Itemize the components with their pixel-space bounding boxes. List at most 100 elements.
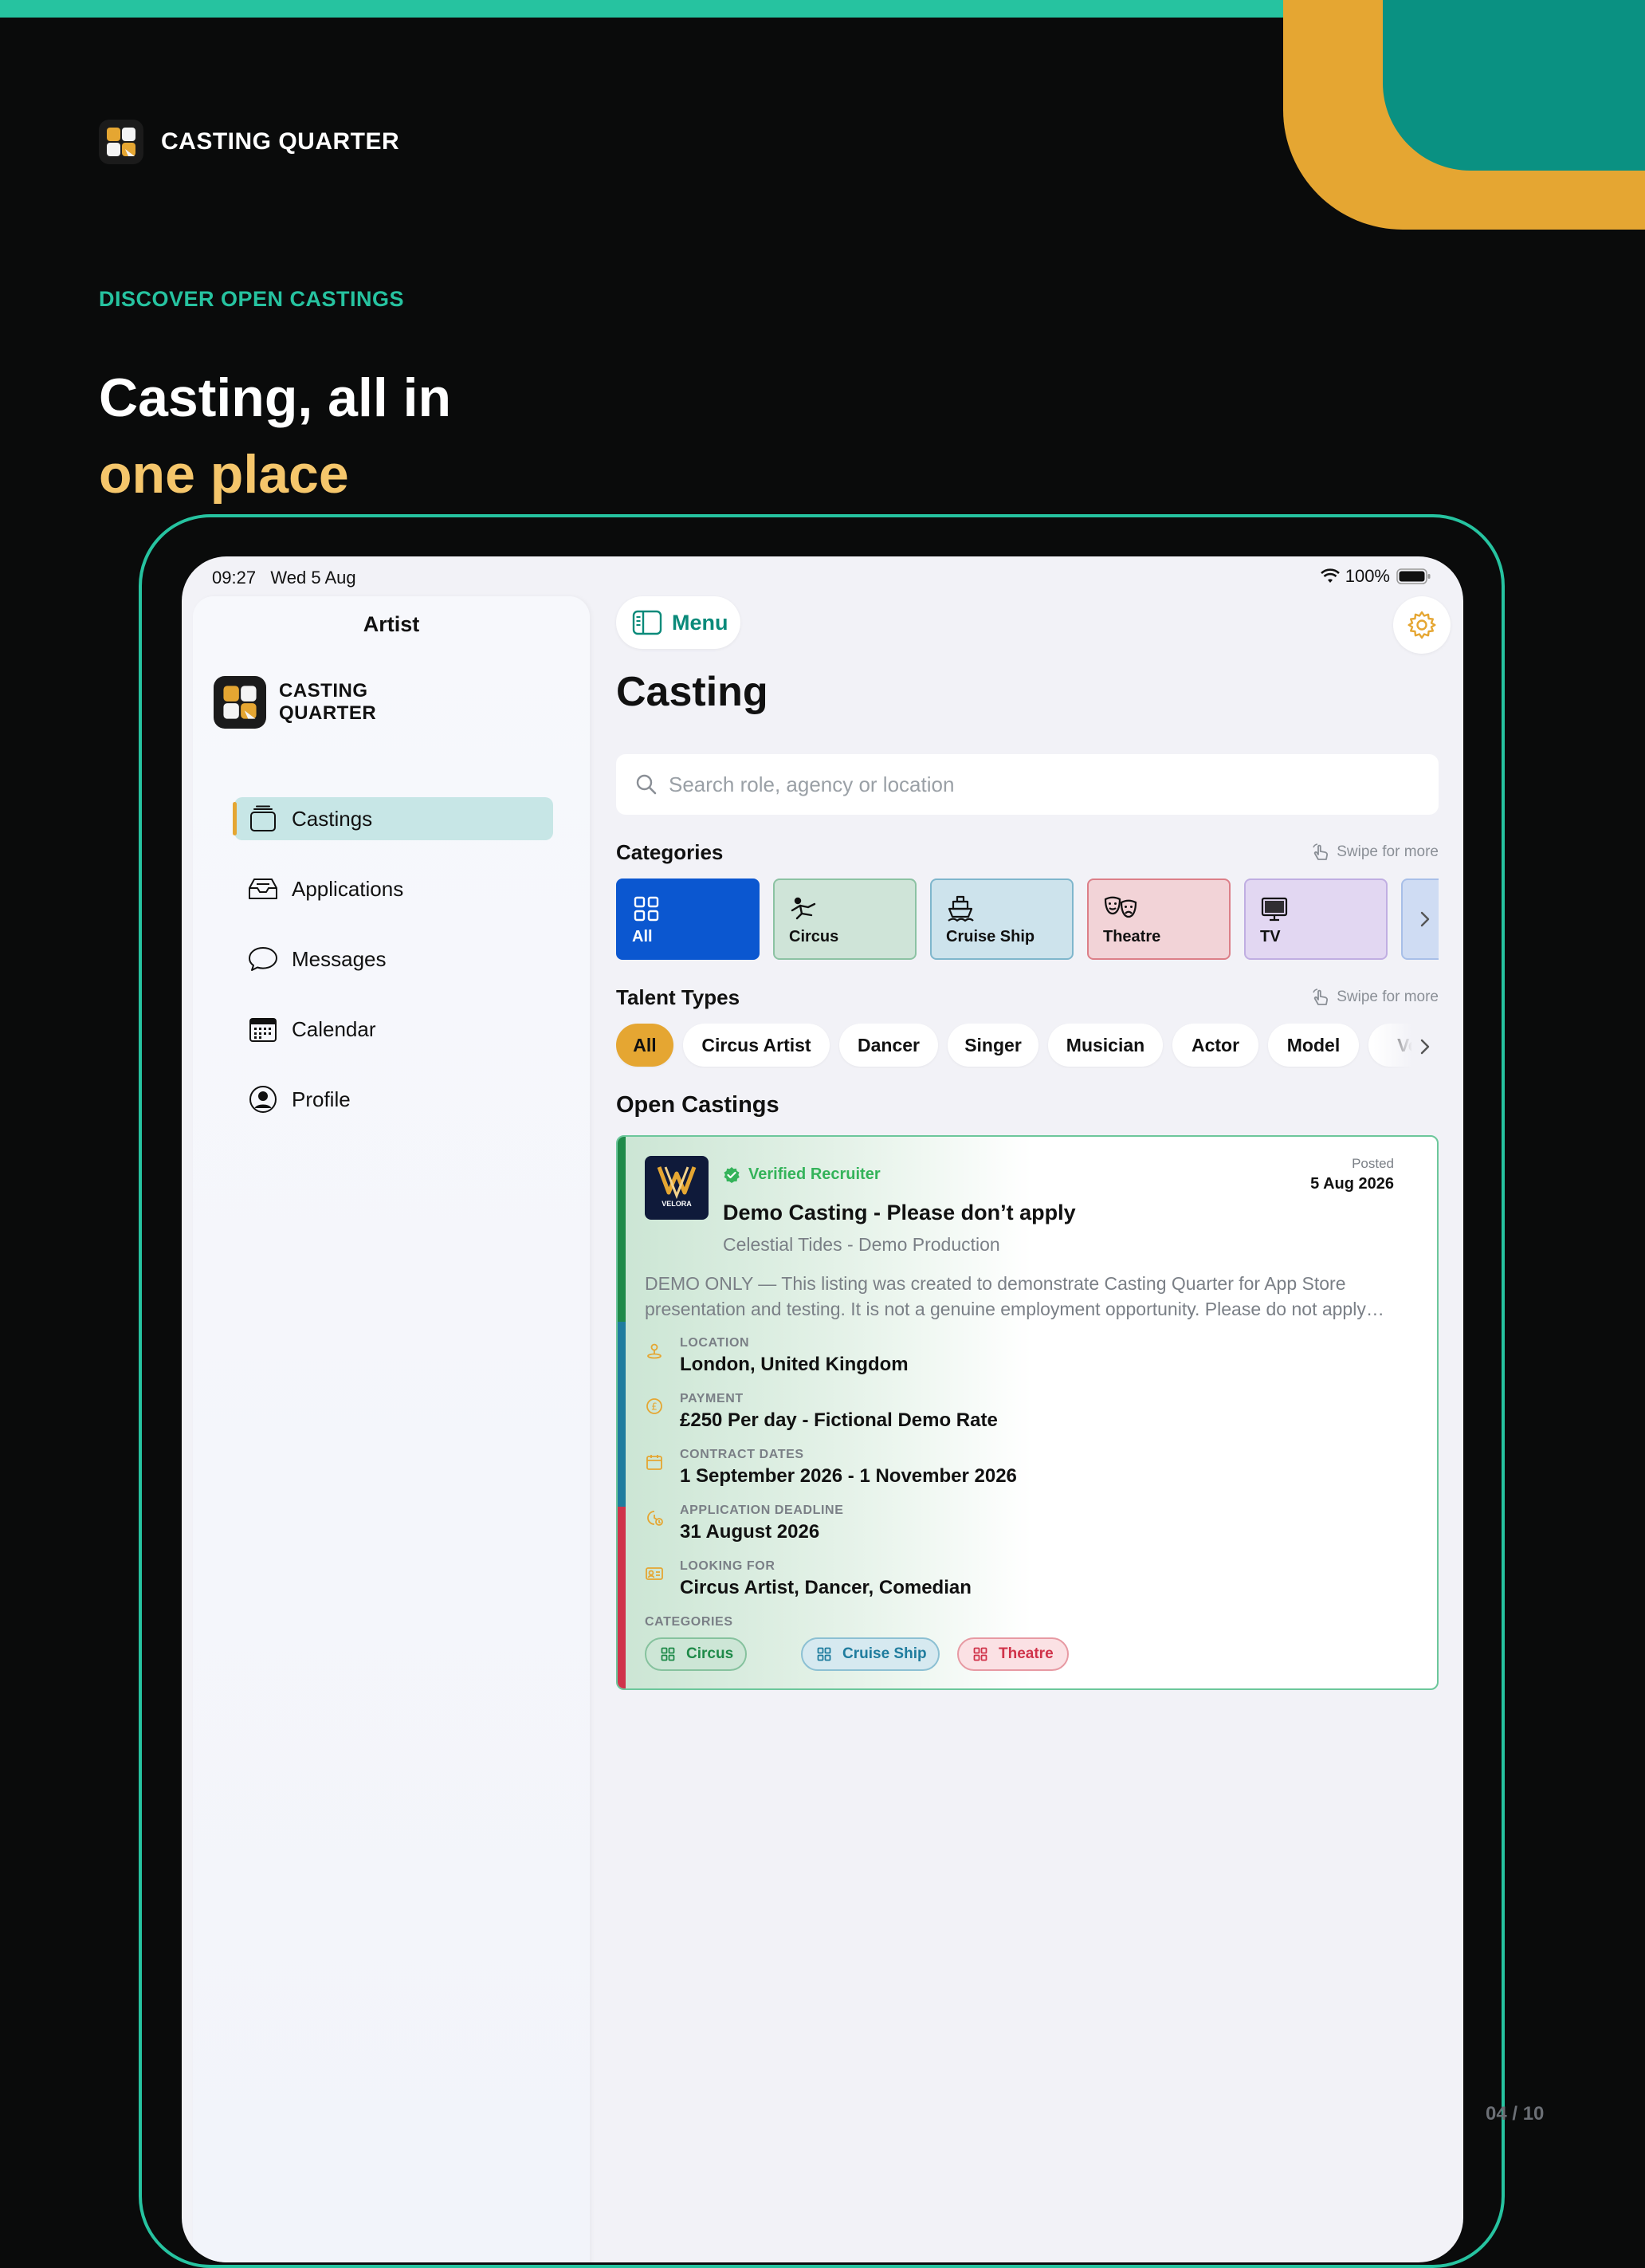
ship-icon (948, 895, 974, 922)
sidebar-item-castings[interactable]: Castings (233, 797, 553, 840)
app-logo-icon (214, 676, 266, 729)
open-castings-heading: Open Castings (616, 1092, 779, 1118)
sidebar-item-messages[interactable]: Messages (234, 937, 553, 981)
detail-label: CONTRACT DATES (680, 1448, 804, 1461)
category-tag-circus[interactable]: Circus (645, 1637, 747, 1671)
recruiter-logo-text: VELORA (662, 1200, 692, 1208)
detail-value: 31 August 2026 (680, 1521, 820, 1543)
detail-label: LOCATION (680, 1336, 750, 1350)
category-card-theatre[interactable]: Theatre (1087, 879, 1231, 960)
verified-label: Verified Recruiter (748, 1165, 881, 1183)
category-label: Theatre (1103, 928, 1161, 945)
card-categories-label: CATEGORIES (645, 1615, 733, 1629)
category-tag-theatre[interactable]: Theatre (957, 1637, 1069, 1671)
tv-icon (1261, 897, 1288, 922)
brand-header: CASTING QUARTER (99, 120, 399, 164)
detail-value: £250 Per day - Fictional Demo Rate (680, 1409, 998, 1431)
swipe-hint-text: Swipe for more (1337, 989, 1439, 1005)
hero-headline-line2: one place (99, 444, 349, 505)
talent-chip-singer[interactable]: Singer (948, 1024, 1038, 1067)
casting-description: DEMO ONLY — This listing was created to … (645, 1273, 1384, 1319)
logo-line1: CASTING (279, 680, 368, 702)
sidebar-toggle-icon (632, 610, 662, 635)
talent-swipe-hint: Swipe for more (1311, 989, 1439, 1006)
chat-bubble-icon (247, 943, 279, 975)
hero-headline-line1: Casting, all in (99, 368, 452, 428)
pound-coin-icon: £ (646, 1398, 662, 1414)
logo-line2: QUARTER (279, 702, 377, 724)
tag-label: Circus (686, 1645, 734, 1662)
casting-card[interactable]: VELORA Verified Recruiter Demo Casting -… (616, 1135, 1439, 1690)
category-card-cruise-ship[interactable]: Cruise Ship (930, 879, 1074, 960)
category-card-all[interactable]: All (616, 879, 760, 960)
talent-chip-dancer[interactable]: Dancer (839, 1024, 938, 1067)
grid-icon (661, 1647, 675, 1661)
location-pin-icon (647, 1343, 662, 1359)
card-stripe-circus (618, 1137, 626, 1322)
tray-icon (247, 873, 279, 905)
status-time: 09:27 Wed 5 Aug (212, 568, 356, 588)
category-tag-cruise-ship[interactable]: Cruise Ship (801, 1637, 940, 1671)
sidebar-item-calendar[interactable]: Calendar (234, 1008, 553, 1051)
categories-heading: Categories (616, 840, 724, 864)
theatre-masks-icon (1104, 896, 1137, 918)
posted-label: Posted (1352, 1156, 1394, 1171)
menu-button[interactable]: Menu (616, 596, 740, 649)
talent-chip-actor[interactable]: Actor (1172, 1024, 1258, 1067)
search-bar[interactable]: Search role, agency or location (616, 754, 1439, 815)
category-label: All (632, 928, 653, 945)
grid-icon (634, 896, 659, 922)
category-card-circus[interactable]: Circus (773, 879, 917, 960)
status-bar: 09:27 Wed 5 Aug 100% (182, 556, 1463, 596)
settings-button[interactable] (1393, 596, 1451, 654)
sidebar-logo-text: CASTING QUARTER (279, 680, 376, 725)
wifi-icon (1320, 568, 1340, 583)
castings-icon (247, 803, 279, 835)
status-right: 100% (1320, 566, 1431, 587)
tablet-screen: 09:27 Wed 5 Aug 100% Artist CASTING QUAR… (182, 556, 1463, 2262)
category-label: Cruise Ship (946, 928, 1035, 945)
tag-label: Theatre (999, 1645, 1054, 1662)
talent-next-chevron-icon[interactable] (1413, 1035, 1437, 1059)
page-title: Casting (616, 669, 768, 715)
gear-icon (1407, 611, 1436, 639)
hero-kicker: DISCOVER OPEN CASTINGS (99, 287, 405, 311)
detail-label: APPLICATION DEADLINE (680, 1503, 844, 1517)
detail-value: 1 September 2026 - 1 November 2026 (680, 1465, 1017, 1487)
category-label: TV (1260, 928, 1281, 945)
brand-name: CASTING QUARTER (161, 128, 400, 155)
sidebar-item-applications[interactable]: Applications (234, 867, 553, 910)
status-date-value: Wed 5 Aug (270, 568, 356, 588)
category-label: Circus (789, 928, 839, 945)
brand-logo-icon (99, 120, 143, 164)
swipe-hand-icon (1313, 989, 1329, 1005)
talent-chip-model[interactable]: Model (1268, 1024, 1359, 1067)
verified-badge: Verified Recruiter (723, 1165, 881, 1184)
categories-next-chevron-icon[interactable] (1413, 907, 1437, 931)
sidebar-item-label: Applications (292, 876, 404, 901)
grid-icon (973, 1647, 987, 1661)
category-card-tv[interactable]: TV (1244, 879, 1388, 960)
detail-label: PAYMENT (680, 1392, 744, 1405)
battery-percent: 100% (1345, 566, 1390, 586)
sidebar-item-profile[interactable]: Profile (234, 1078, 553, 1121)
search-input[interactable]: Search role, agency or location (669, 772, 954, 797)
clock-calendar-icon (647, 1511, 663, 1526)
posted-date: 5 Aug 2026 (1310, 1175, 1394, 1193)
acrobat-icon (791, 897, 816, 920)
page-counter: 04 / 10 (1486, 2103, 1545, 2125)
swipe-hand-icon (1313, 843, 1329, 860)
top-accent-bar (0, 0, 1283, 18)
talent-chip-all[interactable]: All (616, 1024, 673, 1067)
talent-chip-circus-artist[interactable]: Circus Artist (683, 1024, 830, 1067)
calendar-icon (247, 1013, 279, 1045)
talent-chip-musician[interactable]: Musician (1048, 1024, 1163, 1067)
card-stripe-cruise (618, 1322, 626, 1507)
calendar-icon (646, 1455, 662, 1470)
sidebar-item-label: Profile (292, 1087, 351, 1111)
categories-row: All Circus Cruise Ship Theatre TV (616, 879, 1439, 961)
svg-text:£: £ (651, 1401, 658, 1413)
card-stripe-theatre (618, 1507, 626, 1688)
tag-label: Cruise Ship (842, 1645, 927, 1662)
sidebar-item-label: Messages (292, 946, 387, 971)
